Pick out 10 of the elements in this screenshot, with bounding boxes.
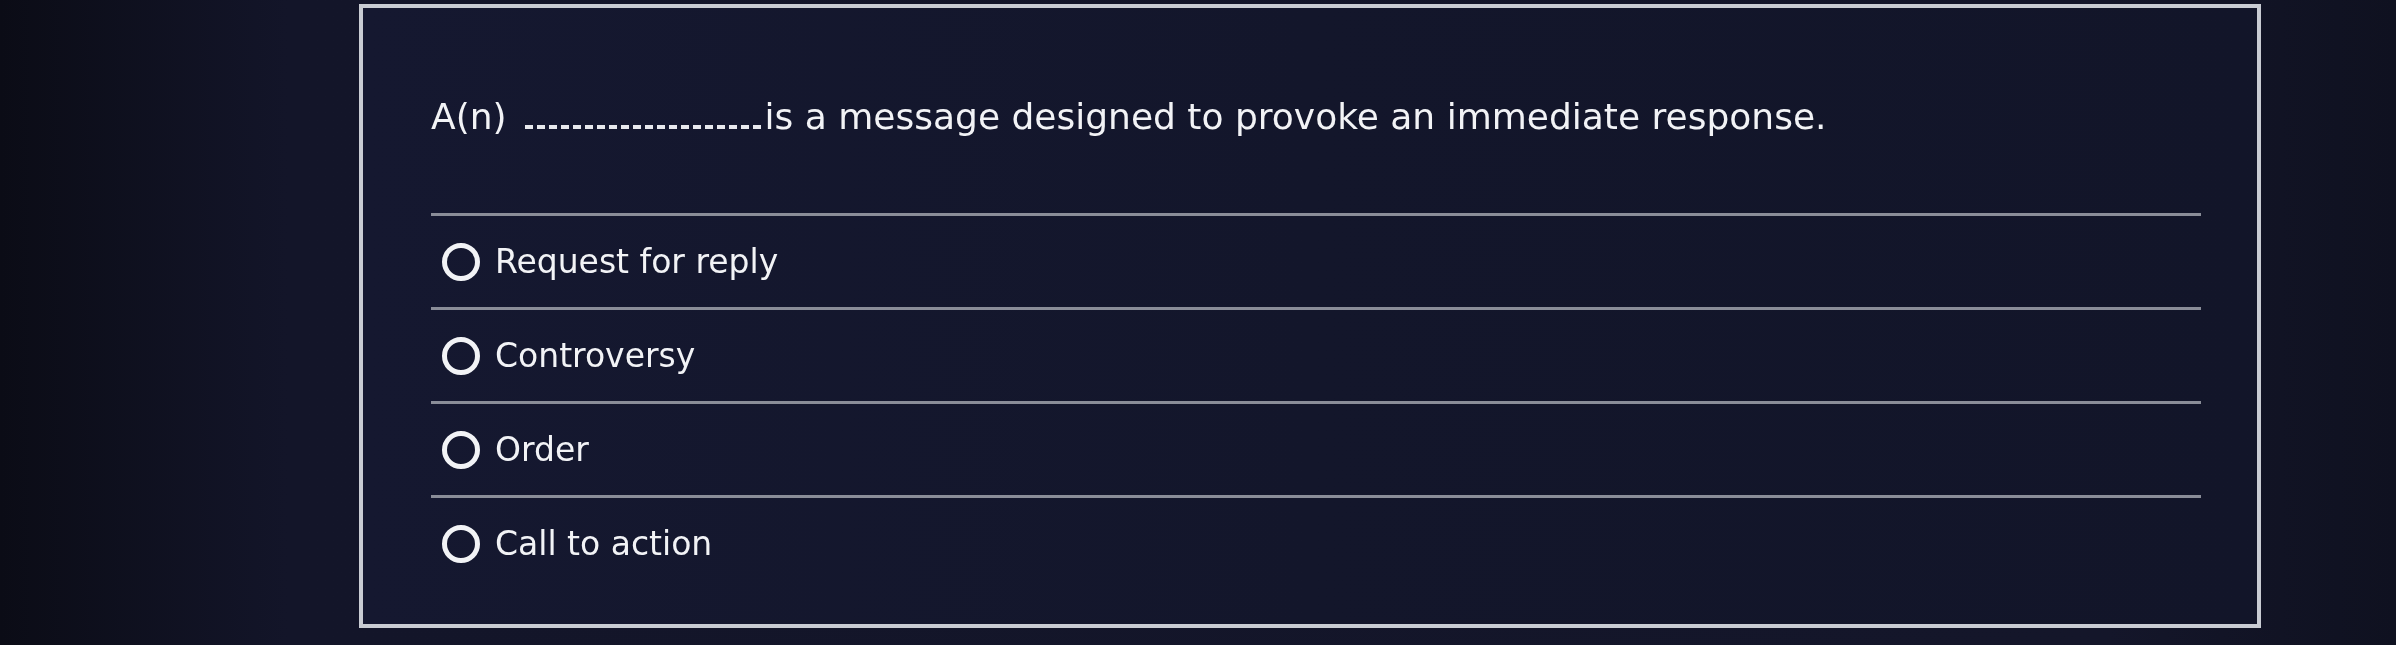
radio-button[interactable] [441,429,481,470]
question-prefix: A(n) [431,95,507,139]
option-label[interactable]: Controversy [495,335,696,376]
question-text: is a message designed to provoke an immediate response. [764,95,1827,139]
option-label[interactable]: Call to action [495,523,713,564]
radio-button[interactable] [441,523,481,564]
radio-button[interactable] [441,335,481,376]
option-label[interactable]: Order [495,429,589,470]
option-label[interactable]: Request for reply [495,241,779,282]
radio-button[interactable] [441,241,481,282]
